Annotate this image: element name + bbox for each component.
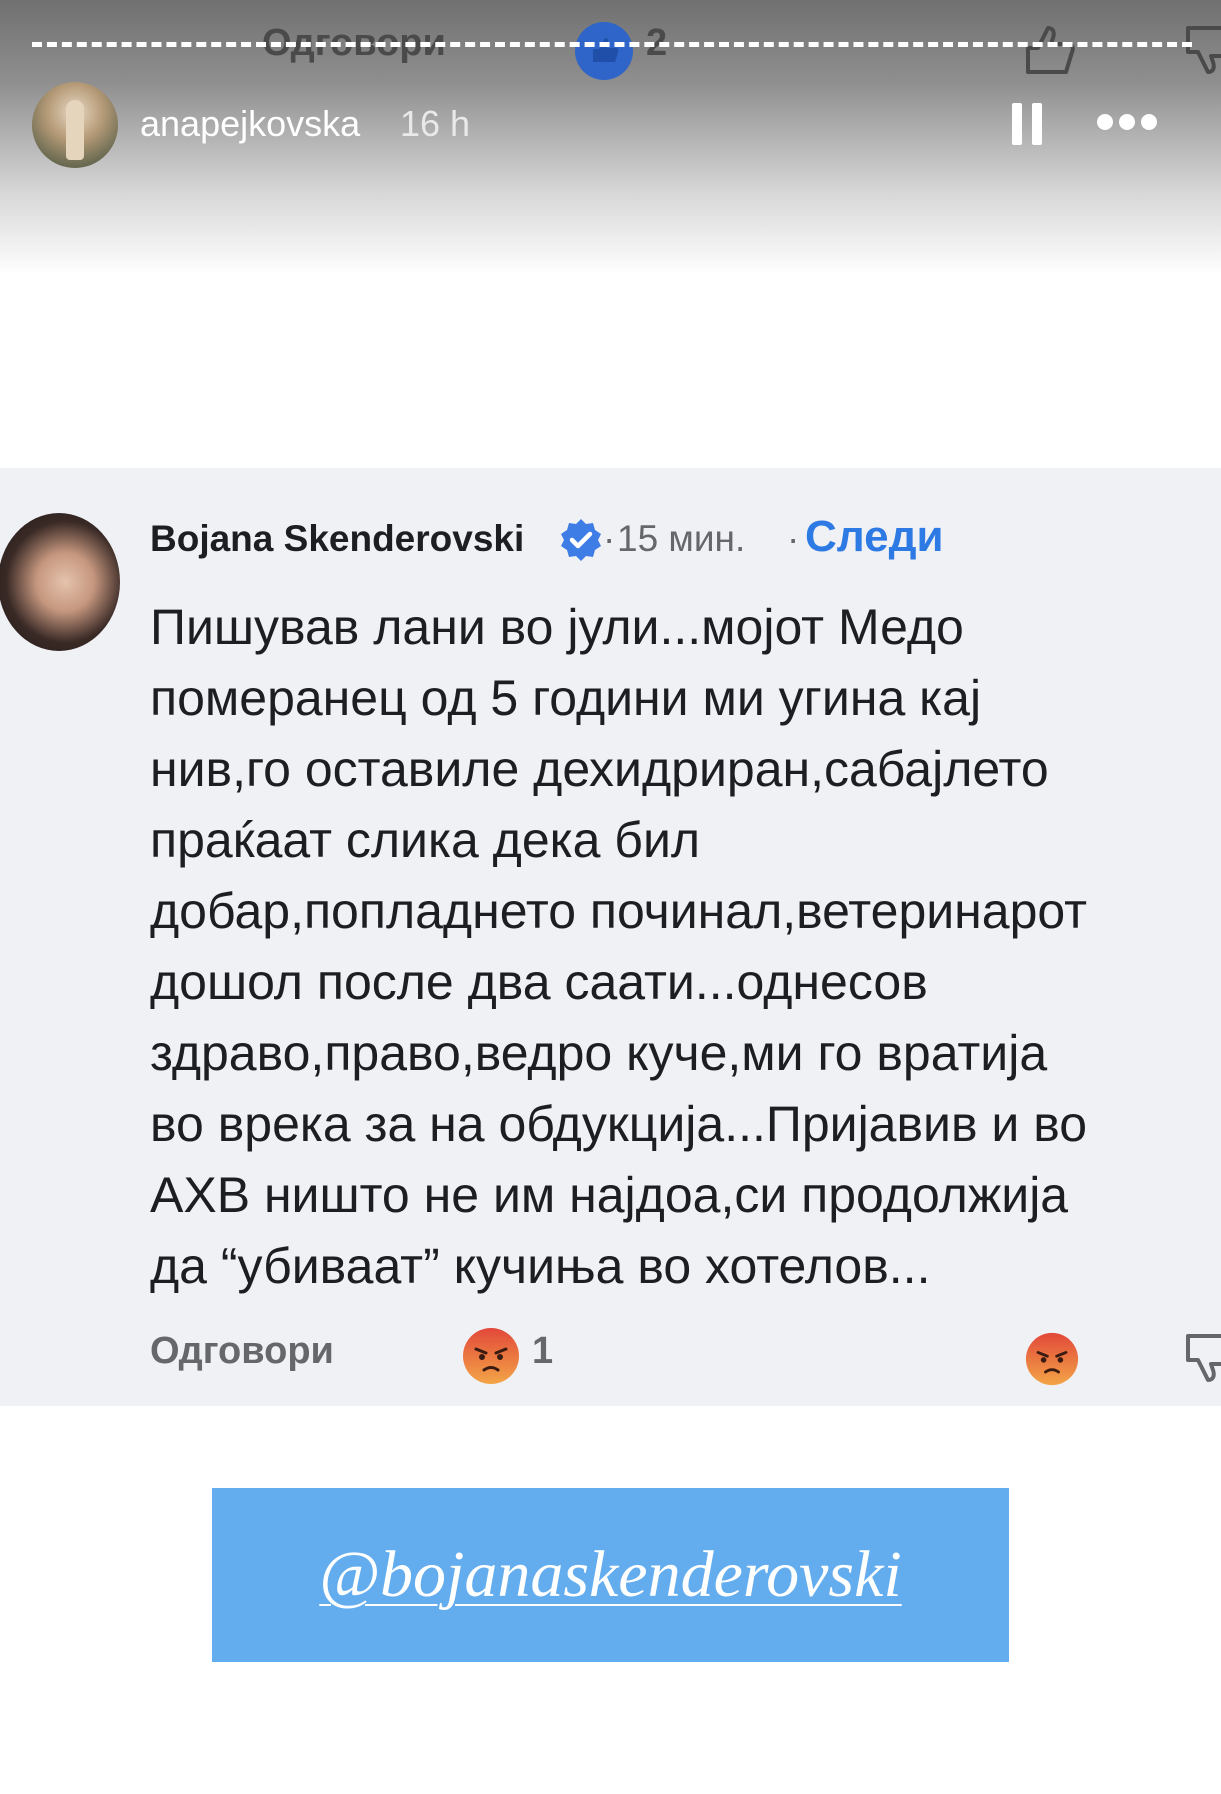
story-age: 16 h [400,103,471,144]
thumbs-down-icon[interactable] [1180,1328,1221,1388]
like-reaction-icon [575,22,633,80]
thumbs-up-icon [1020,20,1080,80]
reaction-count: 1 [532,1330,554,1372]
separator-dot: · [787,518,800,559]
comment-time: 15 мин. [617,518,746,559]
pause-button[interactable] [1010,103,1044,145]
separator-dot: · [603,518,616,559]
more-options-button[interactable] [1095,112,1159,136]
mention-handle[interactable]: @bojanaskenderovski [212,1488,1009,1662]
verified-badge-icon [557,516,605,564]
commenter-avatar[interactable] [0,513,120,651]
story-progress-bar [32,42,1192,47]
follow-button[interactable]: Следи [805,512,944,562]
commenter-name[interactable]: Bojana Skenderovski [150,518,524,560]
angry-react-button-icon[interactable] [1025,1332,1079,1386]
comment-body: Пишував лани во јули...мојот Медо помера… [150,599,1088,1294]
angry-reaction-icon[interactable] [462,1327,520,1385]
story-author-name[interactable]: anapejkovska [140,103,360,145]
mention-sticker[interactable]: @bojanaskenderovski [212,1488,1009,1662]
thumbs-down-icon [1180,20,1221,80]
reply-button[interactable]: Одговори [150,1330,334,1373]
story-author-avatar[interactable] [32,82,118,168]
